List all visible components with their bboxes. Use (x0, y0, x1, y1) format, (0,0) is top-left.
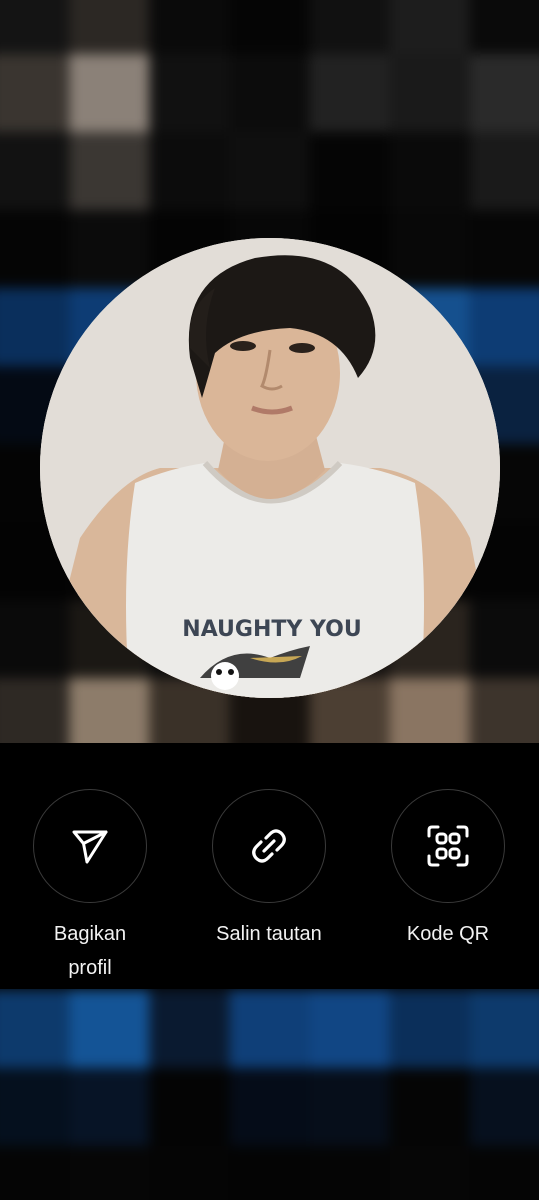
share-profile-button[interactable] (33, 789, 147, 903)
shirt-text: NAUGHTY YOU (182, 617, 361, 642)
qr-code-button[interactable] (391, 789, 505, 903)
send-icon (72, 830, 108, 864)
link-icon (252, 829, 286, 863)
copy-link-label: Salin tautan (216, 923, 322, 945)
qr-scan-icon (427, 825, 469, 867)
share-sheet: Bagikan profil Salin tautan Kode QR (0, 743, 539, 989)
copy-link-action[interactable]: Salin tautan (179, 789, 359, 951)
profile-photo-avatar: NAUGHTY YOU (40, 238, 500, 698)
copy-link-button[interactable] (212, 789, 326, 903)
qr-code-label: Kode QR (406, 923, 490, 945)
qr-code-action[interactable]: Kode QR (358, 789, 538, 951)
share-profile-screen: NAUGHTY YOU Bagikan profil Salin tautan … (0, 0, 539, 1200)
share-profile-label: Bagikan profil (53, 923, 127, 979)
share-profile-action[interactable]: Bagikan profil (0, 789, 180, 985)
